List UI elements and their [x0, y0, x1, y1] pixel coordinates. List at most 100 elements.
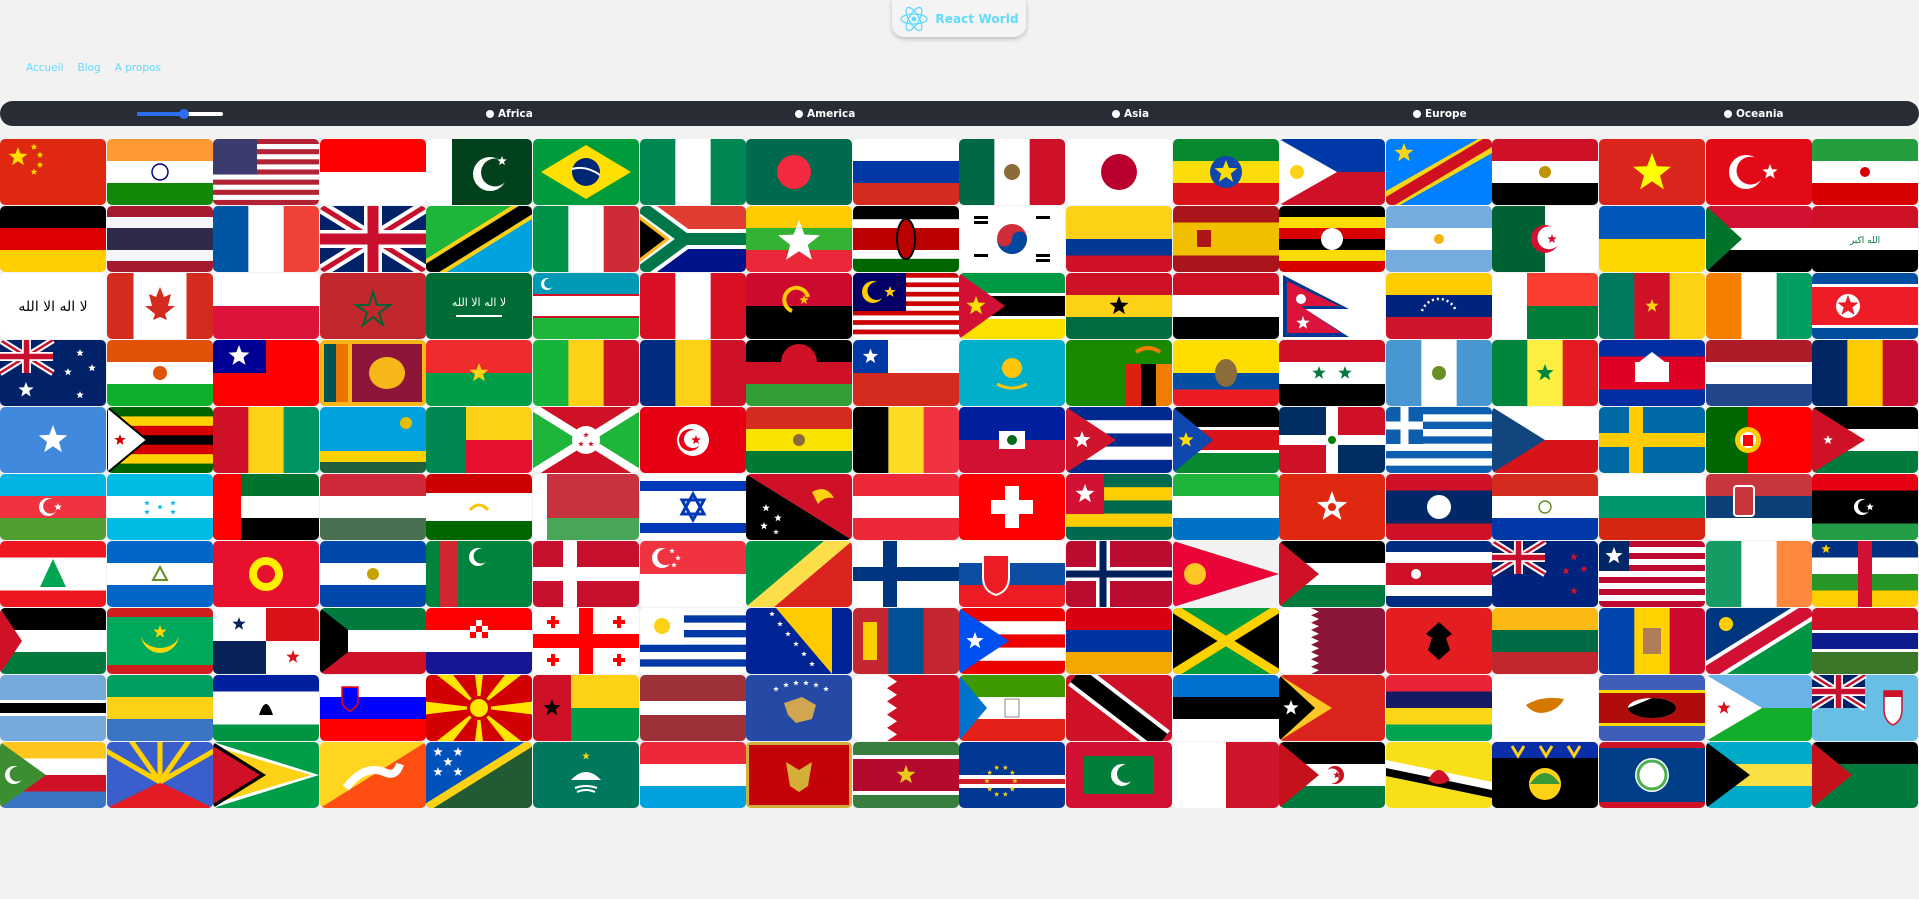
- flag-card-gabon[interactable]: [106, 675, 213, 741]
- flag-card-liberia[interactable]: [1598, 541, 1705, 607]
- flag-card-guinea[interactable]: [213, 407, 320, 473]
- flag-card-philippines[interactable]: [1279, 139, 1386, 205]
- flag-card-dr-congo[interactable]: [1385, 139, 1492, 205]
- flag-card-western-sahara-2[interactable]: [1812, 742, 1919, 808]
- flag-card-peru[interactable]: [639, 273, 746, 339]
- flag-card-uae[interactable]: [213, 474, 320, 540]
- flag-card-bangladesh[interactable]: [746, 139, 853, 205]
- radio-button-icon[interactable]: [795, 110, 803, 118]
- flag-card-china[interactable]: [0, 139, 106, 205]
- flag-card-mongolia[interactable]: [852, 608, 959, 674]
- flag-card-djibouti[interactable]: [1705, 675, 1812, 741]
- flag-card-norway[interactable]: [1065, 541, 1172, 607]
- flag-card-uzbekistan[interactable]: [532, 273, 639, 339]
- flag-card-taiwan[interactable]: [213, 340, 320, 406]
- flag-card-macau[interactable]: [532, 742, 639, 808]
- flag-card-guinea-bissau[interactable]: [532, 675, 639, 741]
- flag-card-madagascar[interactable]: [1492, 273, 1599, 339]
- flag-card-ecuador[interactable]: [1172, 340, 1279, 406]
- flag-card-libya[interactable]: [1812, 474, 1919, 540]
- flag-card-puerto-rico[interactable]: [959, 608, 1066, 674]
- region-radio-asia[interactable]: Asia: [1112, 108, 1149, 120]
- flag-card-singapore[interactable]: [639, 541, 746, 607]
- flag-card-bolivia[interactable]: [746, 407, 853, 473]
- flag-card-kenya[interactable]: [852, 206, 959, 272]
- flag-card-egypt[interactable]: [1492, 139, 1599, 205]
- flag-card-syria[interactable]: [1279, 340, 1386, 406]
- flag-card-uk[interactable]: [319, 206, 426, 272]
- flag-card-palestine-2[interactable]: [0, 608, 106, 674]
- flag-card-chile[interactable]: [852, 340, 959, 406]
- flag-card-algeria[interactable]: [1492, 206, 1599, 272]
- flag-card-north-korea[interactable]: [1812, 273, 1919, 339]
- flag-card-tunisia[interactable]: [639, 407, 746, 473]
- flag-card-angola[interactable]: [746, 273, 853, 339]
- nav-link-a-propos[interactable]: A propos: [115, 62, 161, 74]
- flag-card-sierra-leone[interactable]: [1172, 474, 1279, 540]
- flag-card-jordan[interactable]: [1812, 407, 1919, 473]
- flag-card-ivory-coast[interactable]: [1705, 273, 1812, 339]
- flag-card-timor-leste[interactable]: [1279, 675, 1386, 741]
- flag-card-chad[interactable]: [1812, 340, 1919, 406]
- flag-card-usa[interactable]: [213, 139, 320, 205]
- flag-card-nigeria[interactable]: [639, 139, 746, 205]
- radio-button-icon[interactable]: [486, 110, 494, 118]
- flag-card-luxembourg[interactable]: [639, 742, 746, 808]
- flag-card-lithuania[interactable]: [1492, 608, 1599, 674]
- flag-card-brunei[interactable]: [1385, 742, 1492, 808]
- flag-card-tanzania[interactable]: [426, 206, 533, 272]
- flag-card-iran[interactable]: [1812, 139, 1919, 205]
- population-slider[interactable]: [137, 109, 223, 119]
- flag-card-namibia[interactable]: [1705, 608, 1812, 674]
- flag-card-hong-kong[interactable]: [1279, 474, 1386, 540]
- flag-card-japan[interactable]: [1065, 139, 1172, 205]
- flag-card-maldives[interactable]: [1065, 742, 1172, 808]
- flag-card-italy[interactable]: [532, 206, 639, 272]
- flag-card-uganda[interactable]: [1279, 206, 1386, 272]
- flag-card-vietnam[interactable]: [1598, 139, 1705, 205]
- flag-card-zambia[interactable]: [1065, 340, 1172, 406]
- flag-card-ethiopia[interactable]: [1172, 139, 1279, 205]
- flag-card-czechia[interactable]: [1492, 407, 1599, 473]
- flag-card-sri-lanka[interactable]: [319, 340, 426, 406]
- flag-card-canada[interactable]: [106, 273, 213, 339]
- slider-thumb[interactable]: [179, 109, 190, 119]
- flag-card-suriname[interactable]: [852, 742, 959, 808]
- flag-card-armenia[interactable]: [1065, 608, 1172, 674]
- flag-card-burundi[interactable]: [532, 407, 639, 473]
- flag-card-netherlands[interactable]: [1705, 340, 1812, 406]
- flag-card-guyana[interactable]: [213, 742, 320, 808]
- flag-card-yemen[interactable]: [1172, 273, 1279, 339]
- flag-card-germany[interactable]: [0, 206, 106, 272]
- flag-card-poland[interactable]: [213, 273, 320, 339]
- flag-card-guatemala[interactable]: [1385, 340, 1492, 406]
- flag-card-botswana[interactable]: [0, 675, 106, 741]
- flag-card-kosovo[interactable]: [746, 675, 853, 741]
- flag-card-turkmenistan[interactable]: [426, 541, 533, 607]
- radio-button-icon[interactable]: [1112, 110, 1120, 118]
- flag-card-serbia[interactable]: [1705, 474, 1812, 540]
- flag-card-moldova[interactable]: [1598, 608, 1705, 674]
- flag-card-brazil[interactable]: [532, 139, 639, 205]
- flag-card-benin[interactable]: [426, 407, 533, 473]
- flag-card-azerbaijan[interactable]: [0, 474, 106, 540]
- flag-card-panama[interactable]: [213, 608, 320, 674]
- flag-card-el-salvador[interactable]: [319, 541, 426, 607]
- flag-card-mali[interactable]: [532, 340, 639, 406]
- flag-card-costa-rica[interactable]: [1385, 541, 1492, 607]
- app-logo[interactable]: React World: [892, 0, 1026, 37]
- flag-card-zimbabwe[interactable]: [106, 407, 213, 473]
- region-radio-africa[interactable]: Africa: [486, 108, 533, 120]
- flag-card-south-korea[interactable]: [959, 206, 1066, 272]
- flag-card-israel[interactable]: [639, 474, 746, 540]
- flag-card-lebanon[interactable]: [0, 541, 106, 607]
- flag-card-morocco[interactable]: [319, 273, 426, 339]
- flag-card-eswatini[interactable]: [1598, 675, 1705, 741]
- flag-card-spain[interactable]: [1172, 206, 1279, 272]
- flag-card-myanmar[interactable]: [746, 206, 853, 272]
- flag-card-qatar[interactable]: [1279, 608, 1386, 674]
- flag-card-sweden[interactable]: [1598, 407, 1705, 473]
- flag-card-congo[interactable]: [746, 541, 853, 607]
- flag-card-bahrain[interactable]: [852, 675, 959, 741]
- flag-card-niger[interactable]: [106, 340, 213, 406]
